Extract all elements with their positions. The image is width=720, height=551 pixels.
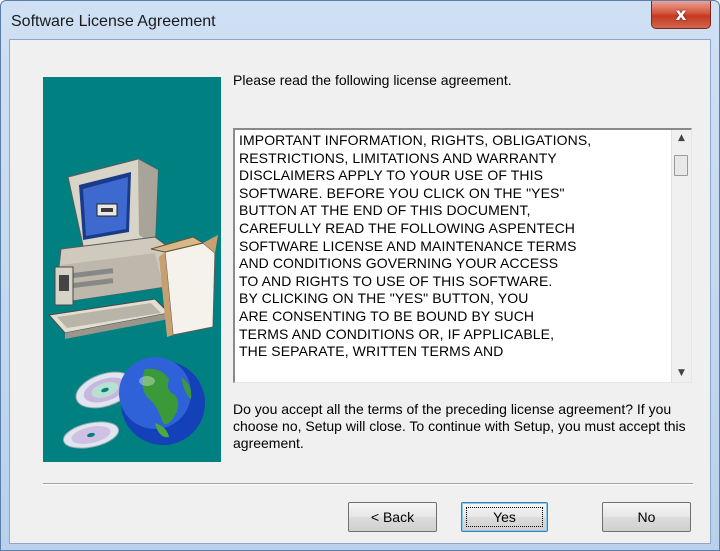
license-text: IMPORTANT INFORMATION, RIGHTS, OBLIGATIO… [239,132,592,360]
license-scrollbar[interactable]: ▲ ▼ [671,130,691,382]
title-bar[interactable]: Software License Agreement x [1,1,719,39]
back-button[interactable]: < Back [348,502,437,532]
scroll-up-icon[interactable]: ▲ [672,130,691,147]
window-title: Software License Agreement [11,13,216,30]
close-button[interactable]: x [651,1,711,29]
no-button[interactable]: No [602,502,691,532]
setup-illustration [43,77,221,462]
accept-question-text: Do you accept all the terms of the prece… [233,401,686,451]
scroll-thumb[interactable] [674,155,688,176]
computer-and-globe-icon [48,158,218,449]
instruction-text: Please read the following license agreem… [233,72,512,88]
focus-rectangle [466,507,543,527]
button-separator [43,483,693,485]
scroll-down-icon[interactable]: ▼ [672,365,691,382]
dialog-client-area: Please read the following license agreem… [9,39,711,544]
dialog-window: Software License Agreement x Please read… [0,0,720,551]
close-icon: x [675,4,687,25]
yes-button[interactable]: Yes [461,502,548,532]
license-text-area[interactable]: IMPORTANT INFORMATION, RIGHTS, OBLIGATIO… [233,128,692,383]
